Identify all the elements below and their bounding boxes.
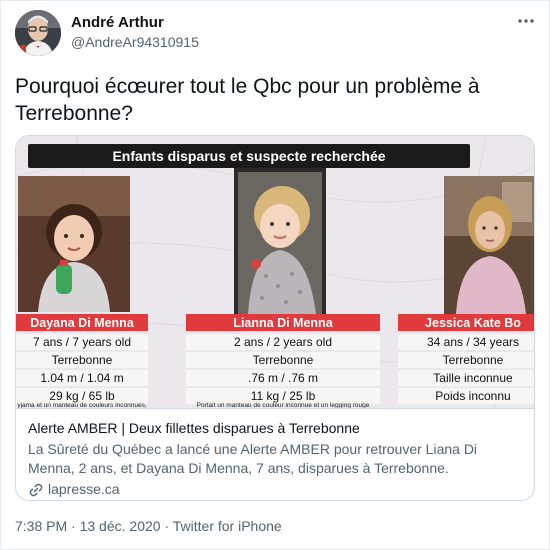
footer-separator: · [164,518,170,534]
person-age: 2 ans / 2 years old [234,335,332,349]
person-city: Terrebonne [52,353,113,367]
person-weight: 29 kg / 65 lb [49,389,115,403]
link-icon [28,482,44,498]
photo-dayana [18,176,130,312]
more-icon[interactable] [515,12,537,30]
tweet-header: André Arthur @AndreAr94310915 [15,10,537,56]
card-description: La Sûreté du Québec a lancé une Alerte A… [28,441,478,476]
card-title[interactable]: Alerte AMBER | Deux fillettes disparues … [28,419,524,438]
person-info-3: Jessica Kate Bo 34 ans / 34 years Terrebon… [398,314,534,404]
person-age: 7 ans / 7 years old [33,335,131,349]
person-name: Jessica Kate Bo [425,316,521,330]
card-domain[interactable]: lapresse.ca [28,480,524,499]
card-domain-text: lapresse.ca [48,481,120,497]
tweet-text: Pourquoi écœurer tout le Qbc pour un pro… [15,75,480,125]
person-height: .76 m / .76 m [248,371,318,385]
person-city: Terrebonne [443,353,504,367]
person-info-1: Dayana Di Menna 7 ans / 7 years old Terreb… [16,314,148,408]
person-name: Lianna Di Menna [233,316,333,330]
footer-separator: · [71,518,76,534]
poster-banner: Enfants disparus et suspecte recherchée [112,148,385,164]
amber-alert-poster: Enfants disparus et suspecte recherchée [16,136,534,408]
photo-jessica [444,176,534,314]
person-city: Terrebonne [253,353,314,367]
person-height: 1.04 m / 1.04 m [40,371,123,385]
author-handle[interactable]: @AndreAr94310915 [71,32,199,52]
avatar[interactable] [15,10,61,56]
tweet: André Arthur @AndreAr94310915 Pourquoi é… [0,0,550,550]
photo-lianna [234,168,326,314]
person-height: Taille inconnue [433,371,513,385]
author-name[interactable]: André Arthur [71,14,199,32]
person-weight: 11 kg / 25 lb [251,389,316,403]
person-weight: Poids inconnu [435,389,510,403]
link-card[interactable]: Enfants disparus et suspecte recherchée [15,135,535,501]
person-info-2: Lianna Di Menna 2 ans / 2 years old Terreb… [186,314,380,408]
card-image: Enfants disparus et suspecte recherchée [16,136,534,408]
tweet-source[interactable]: Twitter for iPhone [173,518,282,534]
tweet-time[interactable]: 7:38 PM [15,518,67,534]
person-name: Dayana Di Menna [30,316,135,330]
author-block: André Arthur @AndreAr94310915 [71,14,199,52]
tweet-footer: 7:38 PM · 13 déc. 2020 · Twitter for iPh… [15,516,282,536]
card-meta: Alerte AMBER | Deux fillettes disparues … [16,408,534,500]
person-age: 34 ans / 34 years [427,335,519,349]
tweet-date[interactable]: 13 déc. 2020 [80,518,161,534]
